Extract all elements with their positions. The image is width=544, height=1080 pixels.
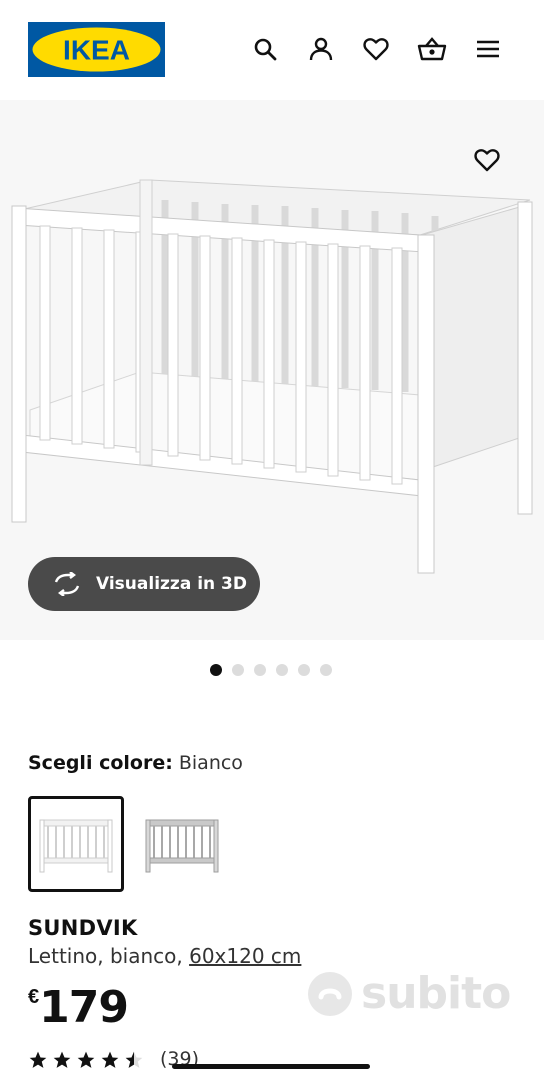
wishlist-heart-icon[interactable] [470,143,504,177]
half-star-icon [125,1051,143,1068]
price-amount: 179 [39,982,129,1033]
price-currency: € [28,986,40,1008]
cart-icon[interactable] [415,32,449,66]
gallery-dot[interactable] [320,664,332,676]
grey-crib-thumbnail [145,819,219,873]
star-icon [101,1051,119,1068]
search-icon[interactable] [248,32,282,66]
color-label-prefix: Scegli colore: [28,752,173,774]
product-name: SUNDVIK [28,916,138,940]
gallery-dot[interactable] [254,664,266,676]
watermark-text: subito [361,968,511,1019]
gallery-pagination[interactable] [210,664,332,676]
color-swatch-grey[interactable] [134,796,230,892]
home-indicator [172,1064,370,1069]
view-3d-button[interactable]: Visualizza in 3D [28,557,260,611]
product-description: Lettino, bianco, 60x120 cm [28,944,301,968]
color-selector-label: Scegli colore: Bianco [28,752,243,774]
rating-stars[interactable] [28,1050,144,1070]
product-price: € 179 [28,982,129,1033]
color-selected-value: Bianco [178,752,243,774]
account-icon[interactable] [304,32,338,66]
gallery-dot[interactable] [210,664,222,676]
gallery-dot[interactable] [232,664,244,676]
view-3d-label: Visualizza in 3D [96,574,247,594]
menu-icon[interactable] [471,32,505,66]
color-swatch-white[interactable] [28,796,124,892]
logo-text: IKEA [63,35,130,66]
product-size-link[interactable]: 60x120 cm [189,944,301,968]
favorites-icon[interactable] [359,32,393,66]
star-icon [29,1051,47,1068]
star-icon [77,1051,95,1068]
subito-logo-icon [308,971,352,1016]
star-icon [53,1051,71,1068]
ikea-logo[interactable]: IKEA [28,22,165,77]
rotate-3d-icon [50,567,84,601]
white-crib-thumbnail [39,819,113,873]
gallery-dot[interactable] [298,664,310,676]
product-description-text: Lettino, bianco, [28,944,190,968]
subito-watermark: subito [305,968,511,1019]
gallery-dot[interactable] [276,664,288,676]
